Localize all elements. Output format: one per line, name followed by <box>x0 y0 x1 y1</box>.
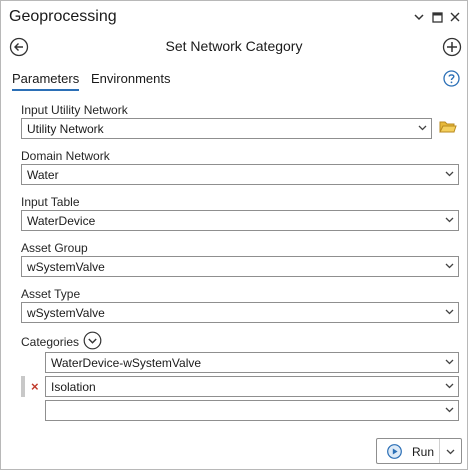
asset-group-label: Asset Group <box>21 241 88 255</box>
chevron-down-icon <box>445 383 454 389</box>
input-utility-network-combo[interactable]: Utility Network <box>21 118 432 139</box>
domain-network-label: Domain Network <box>21 149 110 163</box>
geoprocessing-pane: Geoprocessing Set Network Category Param… <box>0 0 468 470</box>
remove-row-icon[interactable]: × <box>31 380 39 393</box>
run-divider <box>439 439 440 463</box>
add-icon[interactable] <box>442 37 462 57</box>
asset-group-combo[interactable]: wSystemValve <box>21 256 459 277</box>
pane-titlebar: Geoprocessing <box>1 1 467 34</box>
close-icon[interactable] <box>448 10 462 24</box>
chevron-down-icon[interactable] <box>446 449 455 455</box>
chevron-down-icon <box>445 407 454 413</box>
domain-network-value: Water <box>27 168 59 182</box>
input-table-combo[interactable]: WaterDevice <box>21 210 459 231</box>
chevron-down-icon <box>445 217 454 223</box>
asset-group-value: wSystemValve <box>27 260 105 274</box>
tab-parameters[interactable]: Parameters <box>12 71 80 91</box>
browse-folder-icon[interactable] <box>439 119 457 135</box>
input-table-value: WaterDevice <box>27 214 96 228</box>
run-label: Run <box>412 445 435 459</box>
chevron-down-icon <box>445 171 454 177</box>
run-play-icon <box>387 444 402 459</box>
chevron-down-icon <box>445 359 454 365</box>
help-icon[interactable] <box>443 70 460 87</box>
asset-type-value: wSystemValve <box>27 306 105 320</box>
chevron-down-icon <box>418 125 427 131</box>
run-button[interactable]: Run <box>376 438 462 464</box>
tab-strip: Parameters Environments <box>1 69 467 93</box>
categories-header-combo[interactable]: WaterDevice-wSystemValve <box>45 352 459 373</box>
chevron-down-icon <box>445 263 454 269</box>
input-table-label: Input Table <box>21 195 80 209</box>
collapse-chevron-icon[interactable] <box>83 331 102 350</box>
categories-label: Categories <box>21 335 80 349</box>
maximize-icon[interactable] <box>430 10 444 24</box>
chevron-down-icon <box>445 309 454 315</box>
tab-environments[interactable]: Environments <box>91 71 170 89</box>
row-drag-handle[interactable] <box>21 376 25 397</box>
input-utility-network-value: Utility Network <box>27 122 104 136</box>
categories-header-value: WaterDevice-wSystemValve <box>51 356 202 370</box>
asset-type-label: Asset Type <box>21 287 81 301</box>
domain-network-combo[interactable]: Water <box>21 164 459 185</box>
pane-title: Geoprocessing <box>9 8 117 25</box>
category-item-value: Isolation <box>51 380 96 394</box>
tool-title: Set Network Category <box>165 38 303 54</box>
asset-type-combo[interactable]: wSystemValve <box>21 302 459 323</box>
tool-header: Set Network Category <box>1 34 467 60</box>
category-item-combo[interactable]: Isolation <box>45 376 459 397</box>
input-utility-network-label: Input Utility Network <box>21 103 128 117</box>
category-new-combo[interactable] <box>45 400 459 421</box>
chevron-down-icon[interactable] <box>412 10 426 24</box>
